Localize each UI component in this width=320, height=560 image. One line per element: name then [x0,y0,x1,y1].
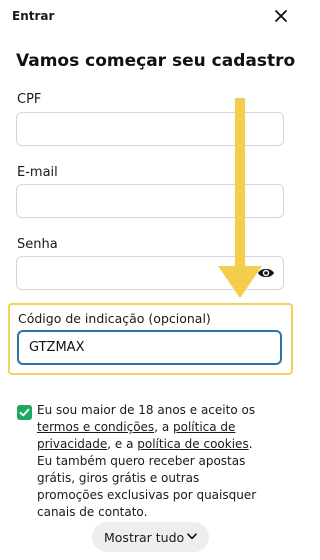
referral-code-input[interactable] [17,330,282,365]
cpf-field[interactable] [16,112,284,146]
close-icon[interactable] [270,5,292,27]
consent-text-3: , e a [107,437,138,451]
consent-text-1: Eu sou maior de 18 anos e aceito os [37,403,256,417]
header-title: Entrar [12,9,55,23]
cookies-link[interactable]: política de cookies [137,437,248,451]
consent-checkbox[interactable] [17,405,32,420]
show-all-label: Mostrar tudo [104,530,185,545]
header: Entrar [0,0,300,36]
cpf-label: CPF [17,92,42,107]
referral-label: Código de indicação (opcional) [18,311,211,326]
password-label: Senha [17,237,58,252]
page-title: Vamos começar seu cadastro [16,51,296,71]
consent-text-2: , a [154,420,173,434]
referral-highlight: Código de indicação (opcional) [8,303,293,375]
show-all-button[interactable]: Mostrar tudo [92,522,209,552]
consent-text: Eu sou maior de 18 anos e aceito os term… [37,402,259,521]
terms-link[interactable]: termos e condições [37,420,154,434]
chevron-down-icon [187,533,197,540]
eye-icon[interactable] [257,266,275,280]
email-field[interactable] [16,184,284,218]
password-field[interactable] [16,256,284,290]
email-label: E-mail [17,165,58,180]
